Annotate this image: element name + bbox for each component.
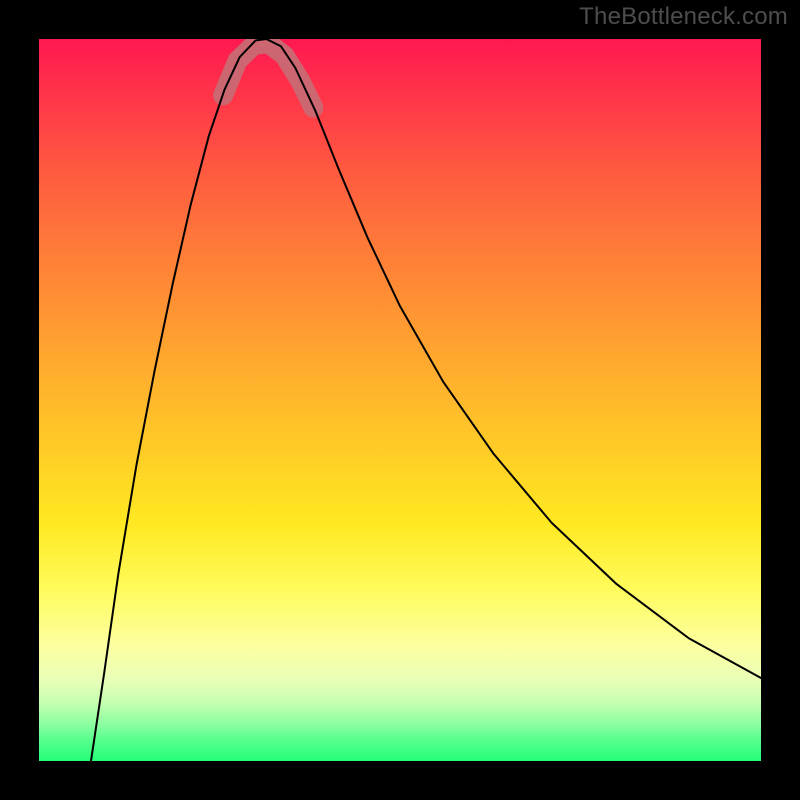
chart-frame	[39, 39, 761, 761]
watermark-text: TheBottleneck.com	[579, 3, 788, 31]
main-curve-path	[91, 39, 761, 761]
chart-curves-svg	[39, 39, 761, 761]
